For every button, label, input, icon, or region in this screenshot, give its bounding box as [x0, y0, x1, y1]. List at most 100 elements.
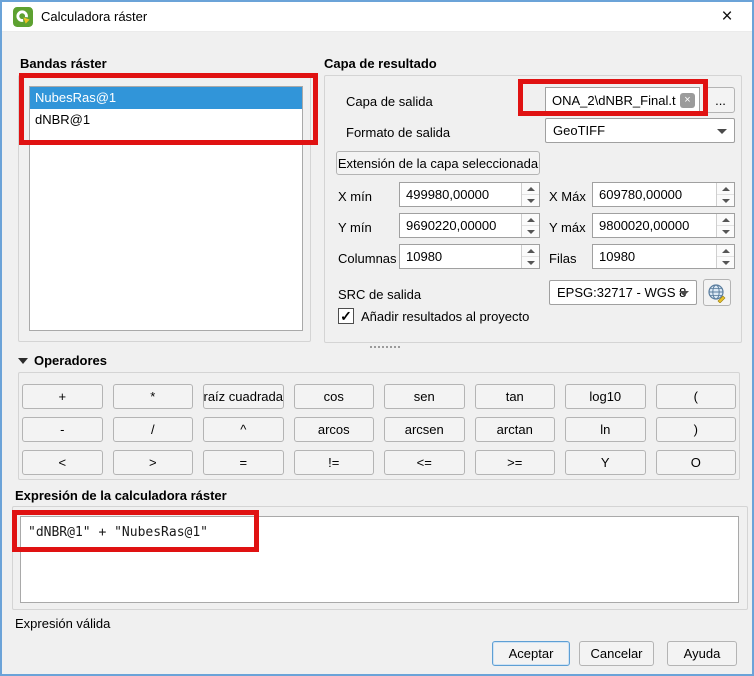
browse-output-button[interactable]: ...	[706, 87, 735, 113]
output-crs-select[interactable]: EPSG:32717 - WGS 8	[549, 280, 697, 305]
operator-greater-equal-button[interactable]: >=	[475, 450, 556, 475]
spin-down-button[interactable]	[522, 257, 539, 268]
checkmark-icon: ✓	[340, 309, 352, 323]
splitter-handle[interactable]	[370, 346, 400, 348]
operator-ln-button[interactable]: ln	[565, 417, 646, 442]
spin-down-button[interactable]	[717, 226, 734, 237]
result-group-label: Capa de resultado	[324, 56, 437, 71]
spin-up-button[interactable]	[522, 245, 539, 257]
close-button[interactable]: ×	[712, 5, 742, 29]
operator-power-button[interactable]: ^	[203, 417, 284, 442]
spin-down-icon	[722, 230, 730, 234]
spin-down-icon	[722, 199, 730, 203]
operator-not-equal-button[interactable]: !=	[294, 450, 375, 475]
output-layer-input[interactable]: ONA_2\dNBR_Final.tif ×	[545, 87, 700, 113]
spin-down-button[interactable]	[717, 195, 734, 206]
operator-log10-button[interactable]: log10	[565, 384, 646, 409]
clear-field-icon[interactable]: ×	[680, 93, 695, 108]
operator-atan-button[interactable]: arctan	[475, 417, 556, 442]
output-format-value: GeoTIFF	[553, 123, 605, 138]
spin-up-icon	[527, 187, 535, 191]
chevron-down-icon	[717, 129, 727, 134]
rows-label: Filas	[549, 251, 576, 266]
select-crs-button[interactable]	[703, 279, 731, 306]
accept-button[interactable]: Aceptar	[492, 641, 570, 666]
operator-asin-button[interactable]: arcsen	[384, 417, 465, 442]
y-min-spinbox[interactable]: 9690220,00000	[399, 213, 540, 238]
operator-cos-button[interactable]: cos	[294, 384, 375, 409]
operator-open-paren-button[interactable]: (	[656, 384, 737, 409]
operators-row-3: < > = != <= >= Y O	[22, 450, 736, 475]
operator-sin-button[interactable]: sen	[384, 384, 465, 409]
spin-up-button[interactable]	[717, 214, 734, 226]
output-format-select[interactable]: GeoTIFF	[545, 118, 735, 143]
operator-or-button[interactable]: O	[656, 450, 737, 475]
y-max-label: Y máx	[549, 220, 586, 235]
operator-sqrt-button[interactable]: raíz cuadrada	[203, 384, 284, 409]
add-results-checkbox-label[interactable]: Añadir resultados al proyecto	[361, 309, 529, 324]
spin-down-button[interactable]	[522, 195, 539, 206]
spin-up-button[interactable]	[522, 214, 539, 226]
output-layer-label: Capa de salida	[346, 94, 433, 109]
operator-greater-than-button[interactable]: >	[113, 450, 194, 475]
expression-group-label: Expresión de la calculadora ráster	[15, 488, 227, 503]
spin-down-button[interactable]	[717, 257, 734, 268]
raster-bands-list[interactable]: NubesRas@1 dNBR@1	[29, 86, 303, 331]
y-max-spinbox[interactable]: 9800020,00000	[592, 213, 735, 238]
y-min-value: 9690220,00000	[406, 218, 496, 233]
spinner-control[interactable]	[521, 214, 539, 237]
collapse-triangle-icon[interactable]	[18, 358, 28, 364]
spin-up-icon	[527, 218, 535, 222]
spinner-control[interactable]	[716, 214, 734, 237]
spinner-control[interactable]	[521, 183, 539, 206]
operator-less-equal-button[interactable]: <=	[384, 450, 465, 475]
operator-tan-button[interactable]: tan	[475, 384, 556, 409]
operator-less-than-button[interactable]: <	[22, 450, 103, 475]
add-results-checkbox[interactable]: ✓	[338, 308, 354, 324]
spin-up-button[interactable]	[717, 245, 734, 257]
list-item-band[interactable]: dNBR@1	[30, 109, 302, 131]
list-item-band[interactable]: NubesRas@1	[30, 87, 302, 109]
help-button[interactable]: Ayuda	[667, 641, 737, 666]
x-min-value: 499980,00000	[406, 187, 489, 202]
y-max-value: 9800020,00000	[599, 218, 689, 233]
operator-minus-button[interactable]: -	[22, 417, 103, 442]
x-max-spinbox[interactable]: 609780,00000	[592, 182, 735, 207]
operator-divide-button[interactable]: /	[113, 417, 194, 442]
spin-up-icon	[722, 187, 730, 191]
spin-up-button[interactable]	[717, 183, 734, 195]
operator-close-paren-button[interactable]: )	[656, 417, 737, 442]
spin-down-icon	[722, 261, 730, 265]
operator-plus-button[interactable]: +	[22, 384, 103, 409]
spin-down-icon	[527, 199, 535, 203]
selected-layer-extent-button[interactable]: Extensión de la capa seleccionada	[336, 151, 540, 175]
operator-acos-button[interactable]: arcos	[294, 417, 375, 442]
spin-down-icon	[527, 230, 535, 234]
operators-row-1: + * raíz cuadrada cos sen tan log10 (	[22, 384, 736, 409]
output-crs-label: SRC de salida	[338, 287, 421, 302]
rows-spinbox[interactable]: 10980	[592, 244, 735, 269]
raster-calculator-dialog: Calculadora ráster × Bandas ráster Nubes…	[0, 0, 754, 676]
spinner-control[interactable]	[521, 245, 539, 268]
operators-row-2: - / ^ arcos arcsen arctan ln )	[22, 417, 736, 442]
columns-spinbox[interactable]: 10980	[399, 244, 540, 269]
spin-down-icon	[527, 261, 535, 265]
operator-multiply-button[interactable]: *	[113, 384, 194, 409]
columns-label: Columnas	[338, 251, 397, 266]
output-crs-value: EPSG:32717 - WGS 8	[557, 285, 686, 300]
spin-down-button[interactable]	[522, 226, 539, 237]
spinner-control[interactable]	[716, 183, 734, 206]
operator-and-button[interactable]: Y	[565, 450, 646, 475]
operator-equals-button[interactable]: =	[203, 450, 284, 475]
x-max-value: 609780,00000	[599, 187, 682, 202]
globe-crs-icon	[707, 283, 727, 303]
expression-input[interactable]: "dNBR@1" + "NubesRas@1"	[20, 516, 739, 603]
chevron-down-icon	[679, 291, 689, 296]
spinner-control[interactable]	[716, 245, 734, 268]
operators-group-label: Operadores	[34, 353, 107, 368]
spin-up-button[interactable]	[522, 183, 539, 195]
cancel-button[interactable]: Cancelar	[579, 641, 654, 666]
x-min-spinbox[interactable]: 499980,00000	[399, 182, 540, 207]
spin-up-icon	[527, 249, 535, 253]
output-layer-value: ONA_2\dNBR_Final.tif	[552, 93, 676, 108]
